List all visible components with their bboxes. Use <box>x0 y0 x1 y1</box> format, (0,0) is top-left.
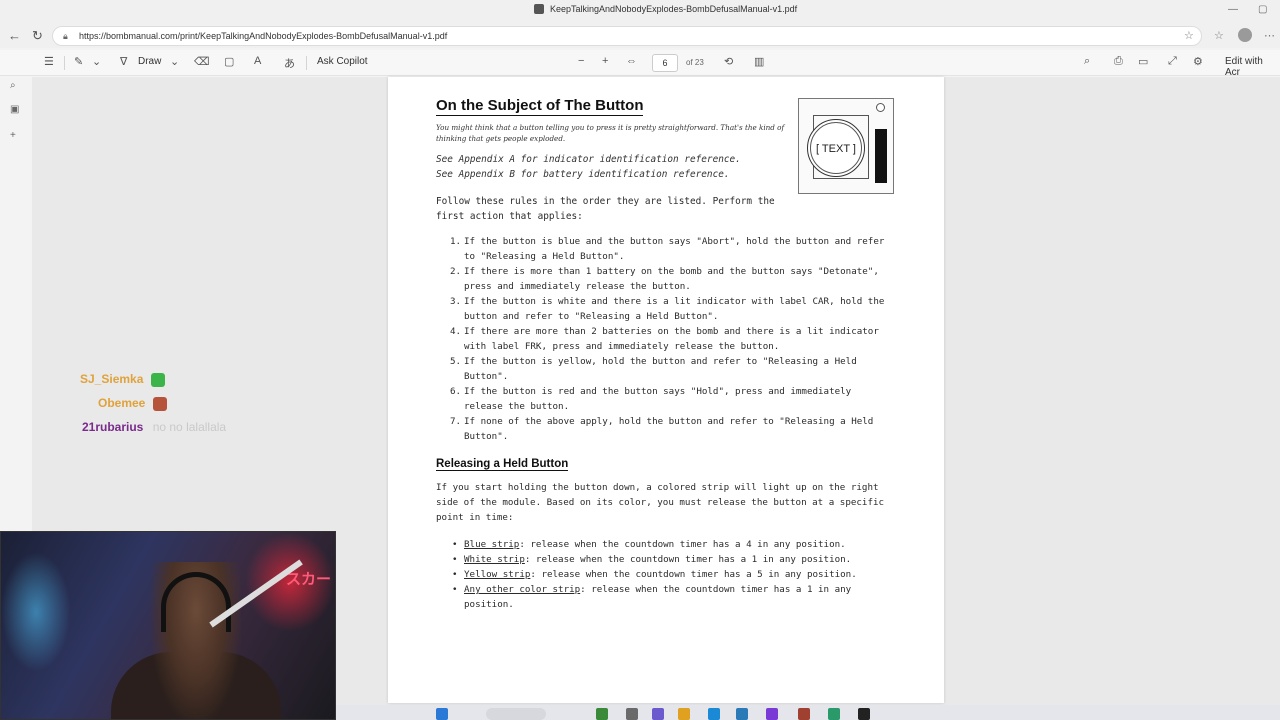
settings-gear-icon[interactable]: ⚙ <box>1193 55 1203 68</box>
back-arrow-icon[interactable]: ← <box>8 28 21 43</box>
save-icon[interactable]: ▭ <box>1138 55 1148 68</box>
release-paragraph: If you start holding the button down, a … <box>436 482 885 523</box>
draw-button[interactable]: Draw <box>138 56 161 67</box>
appendix-a-text: See Appendix A for indicator identificat… <box>436 154 741 165</box>
taskbar-app-icon[interactable] <box>858 708 870 720</box>
section-heading: Releasing a Held Button <box>436 458 569 471</box>
appendix-b-text: See Appendix B for battery identificatio… <box>436 169 730 180</box>
indicator-light-icon <box>876 103 885 112</box>
add-icon[interactable]: + <box>10 130 16 141</box>
chevron-down-icon[interactable]: ⌄ <box>92 55 101 68</box>
instructions-text: Follow these rules in the order they are… <box>436 196 775 222</box>
window-title: KeepTalkingAndNobodyExplodes-BombDefusal… <box>534 4 797 14</box>
taskbar-app-icon[interactable] <box>736 708 748 720</box>
button-module-illustration: [ TEXT ] <box>798 98 894 194</box>
zoom-out-icon[interactable]: − <box>578 55 584 67</box>
fit-page-icon[interactable]: ⇔ <box>626 55 637 67</box>
taskbar-app-icon[interactable] <box>828 708 840 720</box>
contents-icon[interactable]: ☰ <box>44 55 54 68</box>
taskbar-app-icon[interactable] <box>708 708 720 720</box>
window-title-text: KeepTalkingAndNobodyExplodes-BombDefusal… <box>550 4 798 14</box>
read-aloud-icon[interactable]: A <box>254 55 261 67</box>
rotate-icon[interactable]: ⟲ <box>724 55 733 68</box>
chat-message: SJ_Siemka <box>80 372 165 387</box>
taskbar-app-icon[interactable] <box>626 708 638 720</box>
taskbar-search[interactable] <box>486 708 546 720</box>
address-bar[interactable]: 🔒︎ https://bombmanual.com/print/KeepTalk… <box>52 26 1202 46</box>
taskbar-app-icon[interactable] <box>678 708 690 720</box>
chat-message: Obemee <box>98 396 167 411</box>
page-total: of 23 <box>686 58 704 67</box>
rules-list: 1. If the button is blue and the button s… <box>450 234 890 444</box>
chat-username: SJ_Siemka <box>80 372 144 386</box>
color-strip <box>875 129 887 183</box>
list-item: • White strip: release when the countdown… <box>452 554 852 565</box>
title-bar: KeepTalkingAndNobodyExplodes-BombDefusal… <box>0 0 1280 24</box>
text-box-icon[interactable]: ▢ <box>224 55 234 68</box>
erase-icon[interactable]: ⌫ <box>194 55 210 68</box>
address-row: ← ↻ 🔒︎ https://bombmanual.com/print/Keep… <box>0 24 1280 48</box>
webcam-overlay: スカー <box>0 531 336 720</box>
pdf-toolbar: ☰ ✎ ⌄ ∇ Draw ⌄ ⌫ ▢ A あ Ask Copilot − + ⇔… <box>0 50 1280 78</box>
start-icon[interactable] <box>436 708 448 720</box>
left-rail: ▤ ⌕ ▣ + <box>0 50 32 530</box>
collections-icon[interactable]: ☆ <box>1214 29 1224 42</box>
chat-username: Obemee <box>98 396 146 410</box>
page-view-icon[interactable]: ▥ <box>754 55 764 68</box>
taskbar-app-icon[interactable] <box>798 708 810 720</box>
list-item: 1. If the button is blue and the button s… <box>450 236 885 262</box>
chat-message: 21rubarius no no lalallala <box>82 420 226 434</box>
list-item: 7. If none of the above apply, hold the b… <box>450 416 874 442</box>
chevron-down-icon[interactable]: ⌄ <box>170 55 179 68</box>
taskbar <box>336 705 1280 720</box>
list-item: • Any other color strip: release when the… <box>452 584 852 610</box>
divider <box>64 56 65 70</box>
button-label: [ TEXT ] <box>816 143 856 155</box>
edit-with-acrobat-button[interactable]: Edit with Acr <box>1225 56 1280 78</box>
chat-message-text: no no lalallala <box>152 420 227 434</box>
draw-icon[interactable]: ∇ <box>120 55 127 68</box>
list-item: • Yellow strip: release when the countdow… <box>452 569 857 580</box>
highlight-icon[interactable]: ✎ <box>74 55 83 68</box>
more-menu-icon[interactable]: ⋯ <box>1264 29 1275 42</box>
pdf-file-icon <box>534 4 544 14</box>
emote-icon <box>152 396 167 411</box>
taskbar-app-icon[interactable] <box>766 708 778 720</box>
emote-icon <box>150 372 165 387</box>
list-item: 5. If the button is yellow, hold the butt… <box>450 356 857 382</box>
chat-username: 21rubarius <box>82 420 144 434</box>
translate-icon[interactable]: あ <box>284 55 295 71</box>
taskbar-app-icon[interactable] <box>652 708 664 720</box>
url-text[interactable]: https://bombmanual.com/print/KeepTalking… <box>79 31 447 41</box>
page-heading: On the Subject of The Button <box>436 97 644 116</box>
list-item: 3. If the button is white and there is a … <box>450 296 885 322</box>
strip-list: • Blue strip: release when the countdown … <box>450 537 900 612</box>
intro-text: You might think that a button telling yo… <box>436 123 785 143</box>
page-number-input[interactable]: 6 <box>652 54 678 72</box>
cam-light <box>1 552 71 672</box>
minimize-button[interactable]: — <box>1228 4 1238 15</box>
divider <box>306 56 307 70</box>
profile-avatar[interactable] <box>1238 28 1252 42</box>
pdf-thumb-icon[interactable]: ▣ <box>10 104 19 115</box>
taskbar-app-icon[interactable] <box>596 708 608 720</box>
refresh-icon[interactable]: ↻ <box>32 28 43 44</box>
lock-icon: 🔒︎ <box>63 31 68 41</box>
search-icon[interactable]: ⌕ <box>1084 55 1090 68</box>
list-item: • Blue strip: release when the countdown … <box>452 539 846 550</box>
search-icon[interactable]: ⌕ <box>10 80 16 91</box>
zoom-in-icon[interactable]: + <box>602 55 608 67</box>
favorite-star-icon[interactable]: ☆ <box>1184 29 1194 42</box>
list-item: 4. If there are more than 2 batteries on … <box>450 326 879 352</box>
maximize-button[interactable]: ▢ <box>1258 4 1267 15</box>
fullscreen-icon[interactable]: ⤢ <box>1168 55 1177 68</box>
pdf-page: On the Subject of The Button You might t… <box>388 77 944 703</box>
list-item: 6. If the button is red and the button sa… <box>450 386 852 412</box>
ask-copilot-button[interactable]: Ask Copilot <box>317 56 368 67</box>
print-icon[interactable]: ⎙ <box>1114 55 1123 68</box>
list-item: 2. If there is more than 1 battery on the… <box>450 266 879 292</box>
